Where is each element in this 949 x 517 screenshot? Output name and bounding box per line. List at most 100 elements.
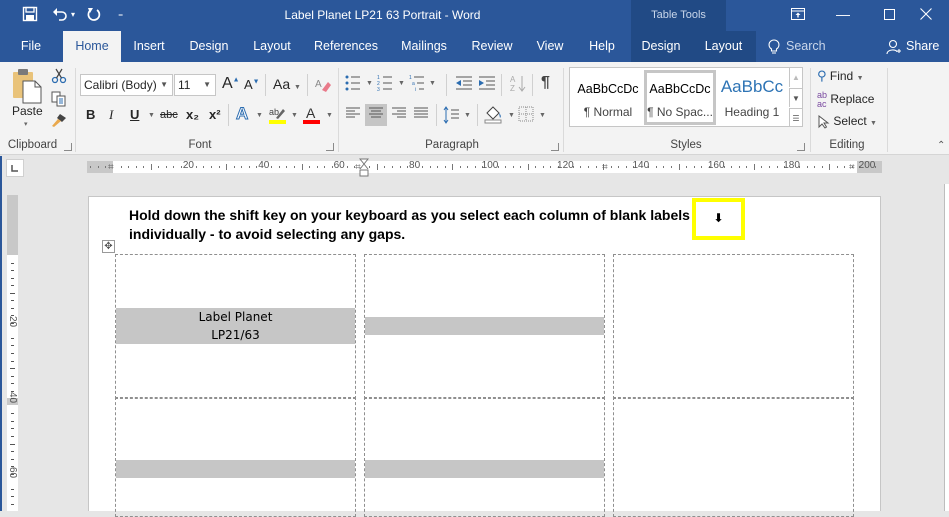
styles-launcher-icon[interactable] — [797, 143, 805, 151]
replace-button[interactable]: ab ac Replace — [817, 91, 874, 109]
highlight-color-icon[interactable]: ab — [268, 105, 288, 125]
style-no-spacing[interactable]: AaBbCcDc ¶ No Spac... — [644, 70, 716, 125]
tab-table-layout[interactable]: Layout — [691, 31, 756, 62]
label-cell[interactable] — [364, 254, 605, 399]
ribbon-display-options-icon[interactable] — [775, 0, 821, 31]
document-page[interactable]: Hold down the shift key on your keyboard… — [88, 196, 881, 517]
change-case-button[interactable]: Aa ▼ — [273, 76, 301, 92]
show-formatting-marks-icon[interactable]: ¶ — [541, 74, 550, 92]
paragraph-launcher-icon[interactable] — [551, 143, 559, 151]
clipboard-launcher-icon[interactable] — [64, 143, 72, 151]
ruler-tick — [331, 166, 333, 168]
select-button[interactable]: Select ▼ — [818, 114, 877, 129]
align-right-icon[interactable] — [388, 104, 410, 126]
paste-icon[interactable] — [10, 68, 44, 104]
line-spacing-icon[interactable] — [443, 106, 459, 124]
align-left-icon[interactable] — [342, 104, 364, 126]
justify-icon[interactable] — [410, 104, 432, 126]
grow-font-icon[interactable]: A▲ — [222, 75, 240, 93]
copy-icon[interactable] — [51, 91, 67, 107]
numbering-dropdown-icon[interactable]: ▼ — [398, 80, 405, 87]
tab-file[interactable]: File — [10, 31, 52, 62]
tab-stop-selector[interactable] — [6, 159, 24, 177]
tab-insert[interactable]: Insert — [124, 31, 174, 62]
shading-icon[interactable] — [484, 104, 504, 124]
bold-button[interactable]: B — [86, 107, 95, 122]
column-marker[interactable]: ⌗ — [602, 162, 608, 173]
italic-button[interactable]: I — [109, 107, 113, 123]
tab-layout[interactable]: Layout — [245, 31, 299, 62]
font-size-combo[interactable]: 11 ▼ — [174, 74, 216, 96]
tab-mailings[interactable]: Mailings — [392, 31, 456, 62]
tab-references[interactable]: References — [308, 31, 384, 62]
multilevel-dropdown-icon[interactable]: ▼ — [429, 80, 436, 87]
font-color-dropdown-icon[interactable]: ▼ — [326, 112, 333, 119]
ruler-tick — [806, 166, 808, 168]
tab-home[interactable]: Home — [63, 31, 121, 62]
multilevel-list-icon[interactable]: 1ai — [409, 74, 425, 93]
line-spacing-dropdown-icon[interactable]: ▼ — [464, 112, 471, 119]
label-cell[interactable] — [613, 397, 854, 517]
close-icon[interactable] — [903, 0, 949, 31]
column-marker[interactable]: ⌗ — [849, 162, 855, 173]
tab-review[interactable]: Review — [465, 31, 519, 62]
decrease-indent-icon[interactable] — [455, 75, 473, 91]
borders-icon[interactable] — [518, 106, 534, 122]
numbering-icon[interactable]: 123 — [377, 74, 393, 93]
clear-formatting-icon[interactable]: A — [314, 76, 332, 94]
tab-view[interactable]: View — [530, 31, 570, 62]
label-cell[interactable] — [613, 254, 854, 399]
tab-table-design[interactable]: Design — [631, 31, 691, 62]
cut-icon[interactable] — [51, 68, 67, 84]
ruler-tick — [11, 360, 14, 362]
highlight-dropdown-icon[interactable]: ▼ — [291, 112, 298, 119]
superscript-button[interactable]: x² — [209, 107, 221, 122]
borders-dropdown-icon[interactable]: ▼ — [539, 112, 546, 119]
collapse-ribbon-icon[interactable]: ⌃ — [937, 140, 945, 151]
share-button[interactable]: Share — [884, 31, 940, 62]
vertical-ruler[interactable]: 20 40 60 — [7, 195, 18, 511]
paste-button[interactable]: Paste — [12, 104, 43, 118]
bullets-icon[interactable] — [345, 74, 361, 92]
font-name-combo[interactable]: Calibri (Body) ▼ — [80, 74, 173, 96]
underline-button[interactable]: U — [130, 107, 139, 122]
label-cell[interactable] — [364, 397, 605, 517]
strikethrough-button[interactable]: abc — [160, 109, 178, 121]
shading-dropdown-icon[interactable]: ▼ — [508, 112, 515, 119]
format-painter-icon[interactable] — [51, 112, 67, 128]
underline-dropdown-icon[interactable]: ▼ — [148, 112, 155, 119]
styles-more-icon[interactable]: ☰ — [789, 108, 802, 127]
shrink-font-icon[interactable]: A▼ — [244, 77, 260, 92]
styles-scroll-up-icon[interactable]: ▲ — [789, 68, 802, 87]
style-heading-1[interactable]: AaBbCc Heading 1 — [716, 70, 788, 125]
increase-indent-icon[interactable] — [478, 75, 496, 91]
group-separator — [810, 68, 811, 152]
ruler-tick — [233, 166, 235, 168]
bullets-dropdown-icon[interactable]: ▼ — [366, 80, 373, 87]
horizontal-ruler[interactable]: 20 40 60 80 100 120 140 160 180 200 ⌗ ⌗ ⌗ ⌗ — [87, 158, 882, 177]
paste-dropdown-icon[interactable]: ▾ — [24, 120, 28, 128]
styles-scroll-down-icon[interactable]: ▼ — [789, 88, 802, 107]
first-line-indent-marker[interactable] — [358, 158, 370, 185]
minimize-icon[interactable]: — — [820, 0, 866, 31]
subscript-button[interactable]: x₂ — [186, 107, 199, 122]
ruler-tick — [11, 413, 14, 415]
text-effects-dropdown-icon[interactable]: ▼ — [256, 112, 263, 119]
column-marker[interactable]: ⌗ — [108, 162, 114, 173]
sort-icon[interactable]: AZ — [509, 74, 527, 94]
label-cell[interactable] — [115, 397, 356, 517]
find-button[interactable]: ⚲ Find ▼ — [817, 68, 864, 84]
tab-design[interactable]: Design — [182, 31, 236, 62]
style-normal[interactable]: AaBbCcDc ¶ Normal — [572, 70, 644, 125]
label-cell[interactable]: Label Planet LP21/63 — [115, 254, 356, 399]
table-move-handle-icon[interactable]: ✥ — [102, 240, 115, 253]
align-center-icon[interactable] — [365, 104, 387, 126]
font-color-icon[interactable]: A — [302, 105, 322, 125]
text-effects-icon[interactable]: A — [235, 104, 248, 124]
vertical-scrollbar[interactable] — [944, 184, 949, 511]
ruler-tick — [97, 166, 99, 168]
svg-text:3: 3 — [377, 87, 380, 92]
font-launcher-icon[interactable] — [326, 143, 334, 151]
tell-me-search[interactable]: Search — [764, 31, 834, 62]
tab-help[interactable]: Help — [582, 31, 622, 62]
